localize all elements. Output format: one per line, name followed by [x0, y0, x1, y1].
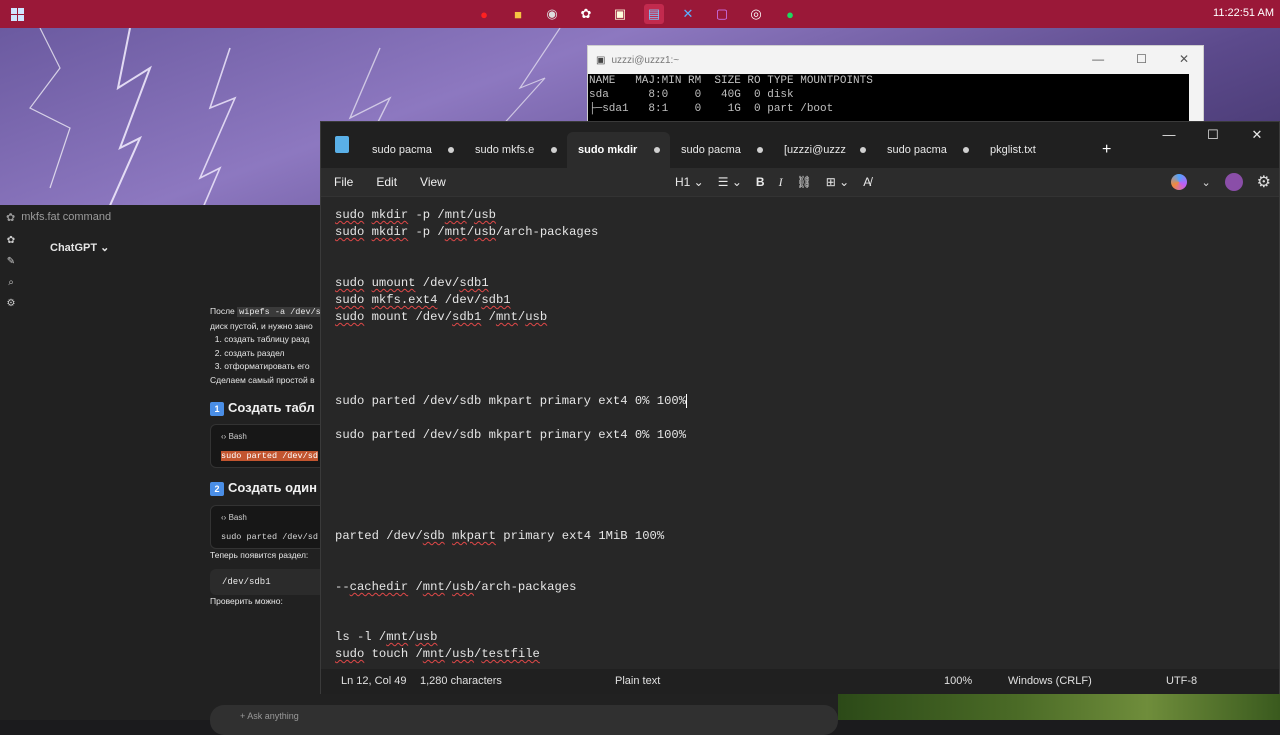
unsaved-dot-icon — [448, 147, 454, 153]
notepad-app-icon — [335, 136, 349, 153]
code-block: ‹› Bash sudo parted /dev/sd — [210, 505, 330, 550]
unsaved-dot-icon — [654, 147, 660, 153]
encoding[interactable]: UTF-8 — [1166, 675, 1197, 687]
status-bar: Ln 12, Col 49 1,280 characters Plain tex… — [321, 669, 1279, 694]
step-heading-1: 1 Создать табл — [210, 398, 330, 419]
editor-line: sudo mkfs.ext4 /dev/sdb1 — [335, 293, 511, 307]
tab-sudo-pacman-1[interactable]: sudo pacma — [361, 132, 464, 168]
chatgpt-logo-icon: ✿ — [6, 211, 16, 224]
cursor-position[interactable]: Ln 12, Col 49 — [341, 675, 406, 687]
taskbar: ● ■ ◉ ✿ ▣ ▤ ✕ ▢ ◎ ● 11:22:51 AM — [0, 0, 1280, 28]
text-caret — [686, 394, 688, 408]
onenote-icon[interactable]: ▢ — [712, 4, 732, 24]
chevron-down-icon[interactable]: ⌄ — [1201, 176, 1210, 189]
tab-pkglist[interactable]: pkglist.txt — [979, 132, 1082, 168]
taskbar-clock[interactable]: 11:22:51 AM — [1213, 7, 1274, 19]
character-count: 1,280 characters — [420, 675, 502, 687]
copilot-icon[interactable] — [1171, 174, 1188, 190]
obs-icon[interactable]: ◉ — [542, 4, 562, 24]
minimize-icon[interactable]: — — [1147, 122, 1191, 150]
minimize-icon[interactable]: — — [1092, 52, 1104, 66]
unsaved-dot-icon — [963, 147, 969, 153]
format-toolbar: H1 ⌄ ☰ ⌄ B I ⛓ ⊞ ⌄ A̸ — [675, 168, 871, 196]
text-editor[interactable]: sudo mkdir -p /mnt/usb sudo mkdir -p /mn… — [321, 196, 1279, 669]
tab-sudo-pacman-2[interactable]: sudo pacma — [670, 132, 773, 168]
tab-sudo-mkdir[interactable]: sudo mkdir — [567, 132, 670, 168]
new-tab-button[interactable]: + — [1102, 132, 1111, 168]
editor-line: sudo touch /mnt/usb/testfile — [335, 647, 540, 661]
chatgpt-home-icon[interactable]: ✿ — [7, 235, 15, 246]
chatgpt-icon[interactable]: ✿ — [576, 4, 596, 24]
close-icon[interactable]: ✕ — [1235, 122, 1279, 150]
bold-icon[interactable]: B — [756, 175, 765, 189]
zoom-level[interactable]: 100% — [944, 675, 972, 687]
code-inline-block: /dev/sdb1 — [210, 568, 330, 596]
italic-icon[interactable]: I — [779, 175, 783, 190]
editor-line: sudo mount /dev/sdb1 /mnt/usb — [335, 310, 548, 324]
window-controls: — ☐ ✕ — [1147, 122, 1279, 150]
start-button[interactable] — [0, 0, 34, 28]
list-icon[interactable]: ☰ ⌄ — [718, 175, 742, 189]
line-ending[interactable]: Windows (CRLF) — [1008, 675, 1092, 687]
unsaved-dot-icon — [551, 147, 557, 153]
maximize-icon[interactable]: ☐ — [1191, 122, 1235, 150]
editor-line: sudo mkdir -p /mnt/usb/arch-packages — [335, 225, 599, 239]
ask-input[interactable]: + Ask anything — [210, 705, 838, 735]
close-icon[interactable]: ✕ — [1179, 52, 1189, 66]
table-icon[interactable]: ⊞ ⌄ — [826, 175, 849, 189]
editor-line: sudo parted /dev/sdb mkpart primary ext4… — [335, 428, 687, 442]
desktop-wallpaper-meadow — [838, 693, 1280, 720]
tab-strip: sudo pacma sudo mkfs.e sudo mkdir sudo p… — [321, 122, 1279, 168]
opera-icon[interactable]: ● — [474, 4, 494, 24]
toolbar-right: ⌄ ⚙ — [1171, 172, 1271, 192]
tab-sudo-pacman-3[interactable]: sudo pacma — [876, 132, 979, 168]
files-icon[interactable]: ■ — [508, 4, 528, 24]
menu-bar: File Edit View H1 ⌄ ☰ ⌄ B I ⛓ ⊞ ⌄ A̸ ⌄ ⚙ — [321, 168, 1279, 196]
menu-file[interactable]: File — [334, 175, 353, 189]
editor-line: --cachedir /mnt/usb/arch-packages — [335, 580, 577, 594]
search-icon[interactable]: ⌕ — [8, 277, 14, 288]
editor-line: sudo mkdir -p /mnt/usb — [335, 208, 496, 222]
avatar[interactable] — [1224, 173, 1243, 191]
tab-sudo-mkfs[interactable]: sudo mkfs.e — [464, 132, 567, 168]
format-indicator[interactable]: Plain text — [615, 675, 660, 687]
clear-format-icon[interactable]: A̸ — [863, 175, 871, 189]
putty-icon: ▣ — [596, 54, 606, 66]
model-selector[interactable]: ChatGPT ⌄ — [50, 241, 109, 254]
editor-line: ls -l /mnt/usb — [335, 630, 438, 644]
github-icon[interactable]: ◎ — [746, 4, 766, 24]
tab-uzzzi[interactable]: [uzzzi@uzzz — [773, 132, 876, 168]
explore-icon[interactable]: ⚙ — [7, 298, 16, 309]
terminal-titlebar[interactable]: ▣ uzzzi@uzzz1:~ — ☐ ✕ — [588, 46, 1203, 74]
link-icon[interactable]: ⛓ — [797, 175, 812, 189]
menu-view[interactable]: View — [420, 175, 446, 189]
menu-edit[interactable]: Edit — [376, 175, 397, 189]
step-heading-2: 2 Создать один — [210, 478, 330, 499]
terminal-title: uzzzi@uzzz1:~ — [611, 54, 680, 66]
maximize-icon[interactable]: ☐ — [1136, 52, 1147, 66]
unsaved-dot-icon — [860, 147, 866, 153]
putty-icon[interactable]: ▣ — [610, 4, 630, 24]
unsaved-dot-icon — [757, 147, 763, 153]
spotify-icon[interactable]: ● — [780, 4, 800, 24]
notepad-window: sudo pacma sudo mkfs.e sudo mkdir sudo p… — [320, 121, 1280, 694]
chat-message: После wipefs -a /dev/sdb диск пустой, и … — [210, 305, 330, 609]
vscode-icon[interactable]: ✕ — [678, 4, 698, 24]
notepad-icon[interactable]: ▤ — [644, 4, 664, 24]
new-chat-icon[interactable]: ✎ — [7, 256, 15, 267]
gear-icon[interactable]: ⚙ — [1257, 172, 1271, 192]
editor-line: sudo parted /dev/sdb mkpart primary ext4… — [335, 394, 688, 409]
chatgpt-sidebar-rail: ✿ ✎ ⌕ ⚙ — [0, 235, 22, 309]
chatgpt-window-title: mkfs.fat command — [21, 211, 112, 223]
heading-dropdown[interactable]: H1 ⌄ — [675, 175, 704, 189]
code-block: ‹› Bash sudo parted /dev/sd — [210, 424, 330, 469]
windows-icon — [10, 7, 24, 21]
taskbar-apps: ● ■ ◉ ✿ ▣ ▤ ✕ ▢ ◎ ● — [474, 0, 800, 28]
editor-line: sudo umount /dev/sdb1 — [335, 276, 489, 290]
editor-line: parted /dev/sdb mkpart primary ext4 1MiB… — [335, 529, 665, 543]
